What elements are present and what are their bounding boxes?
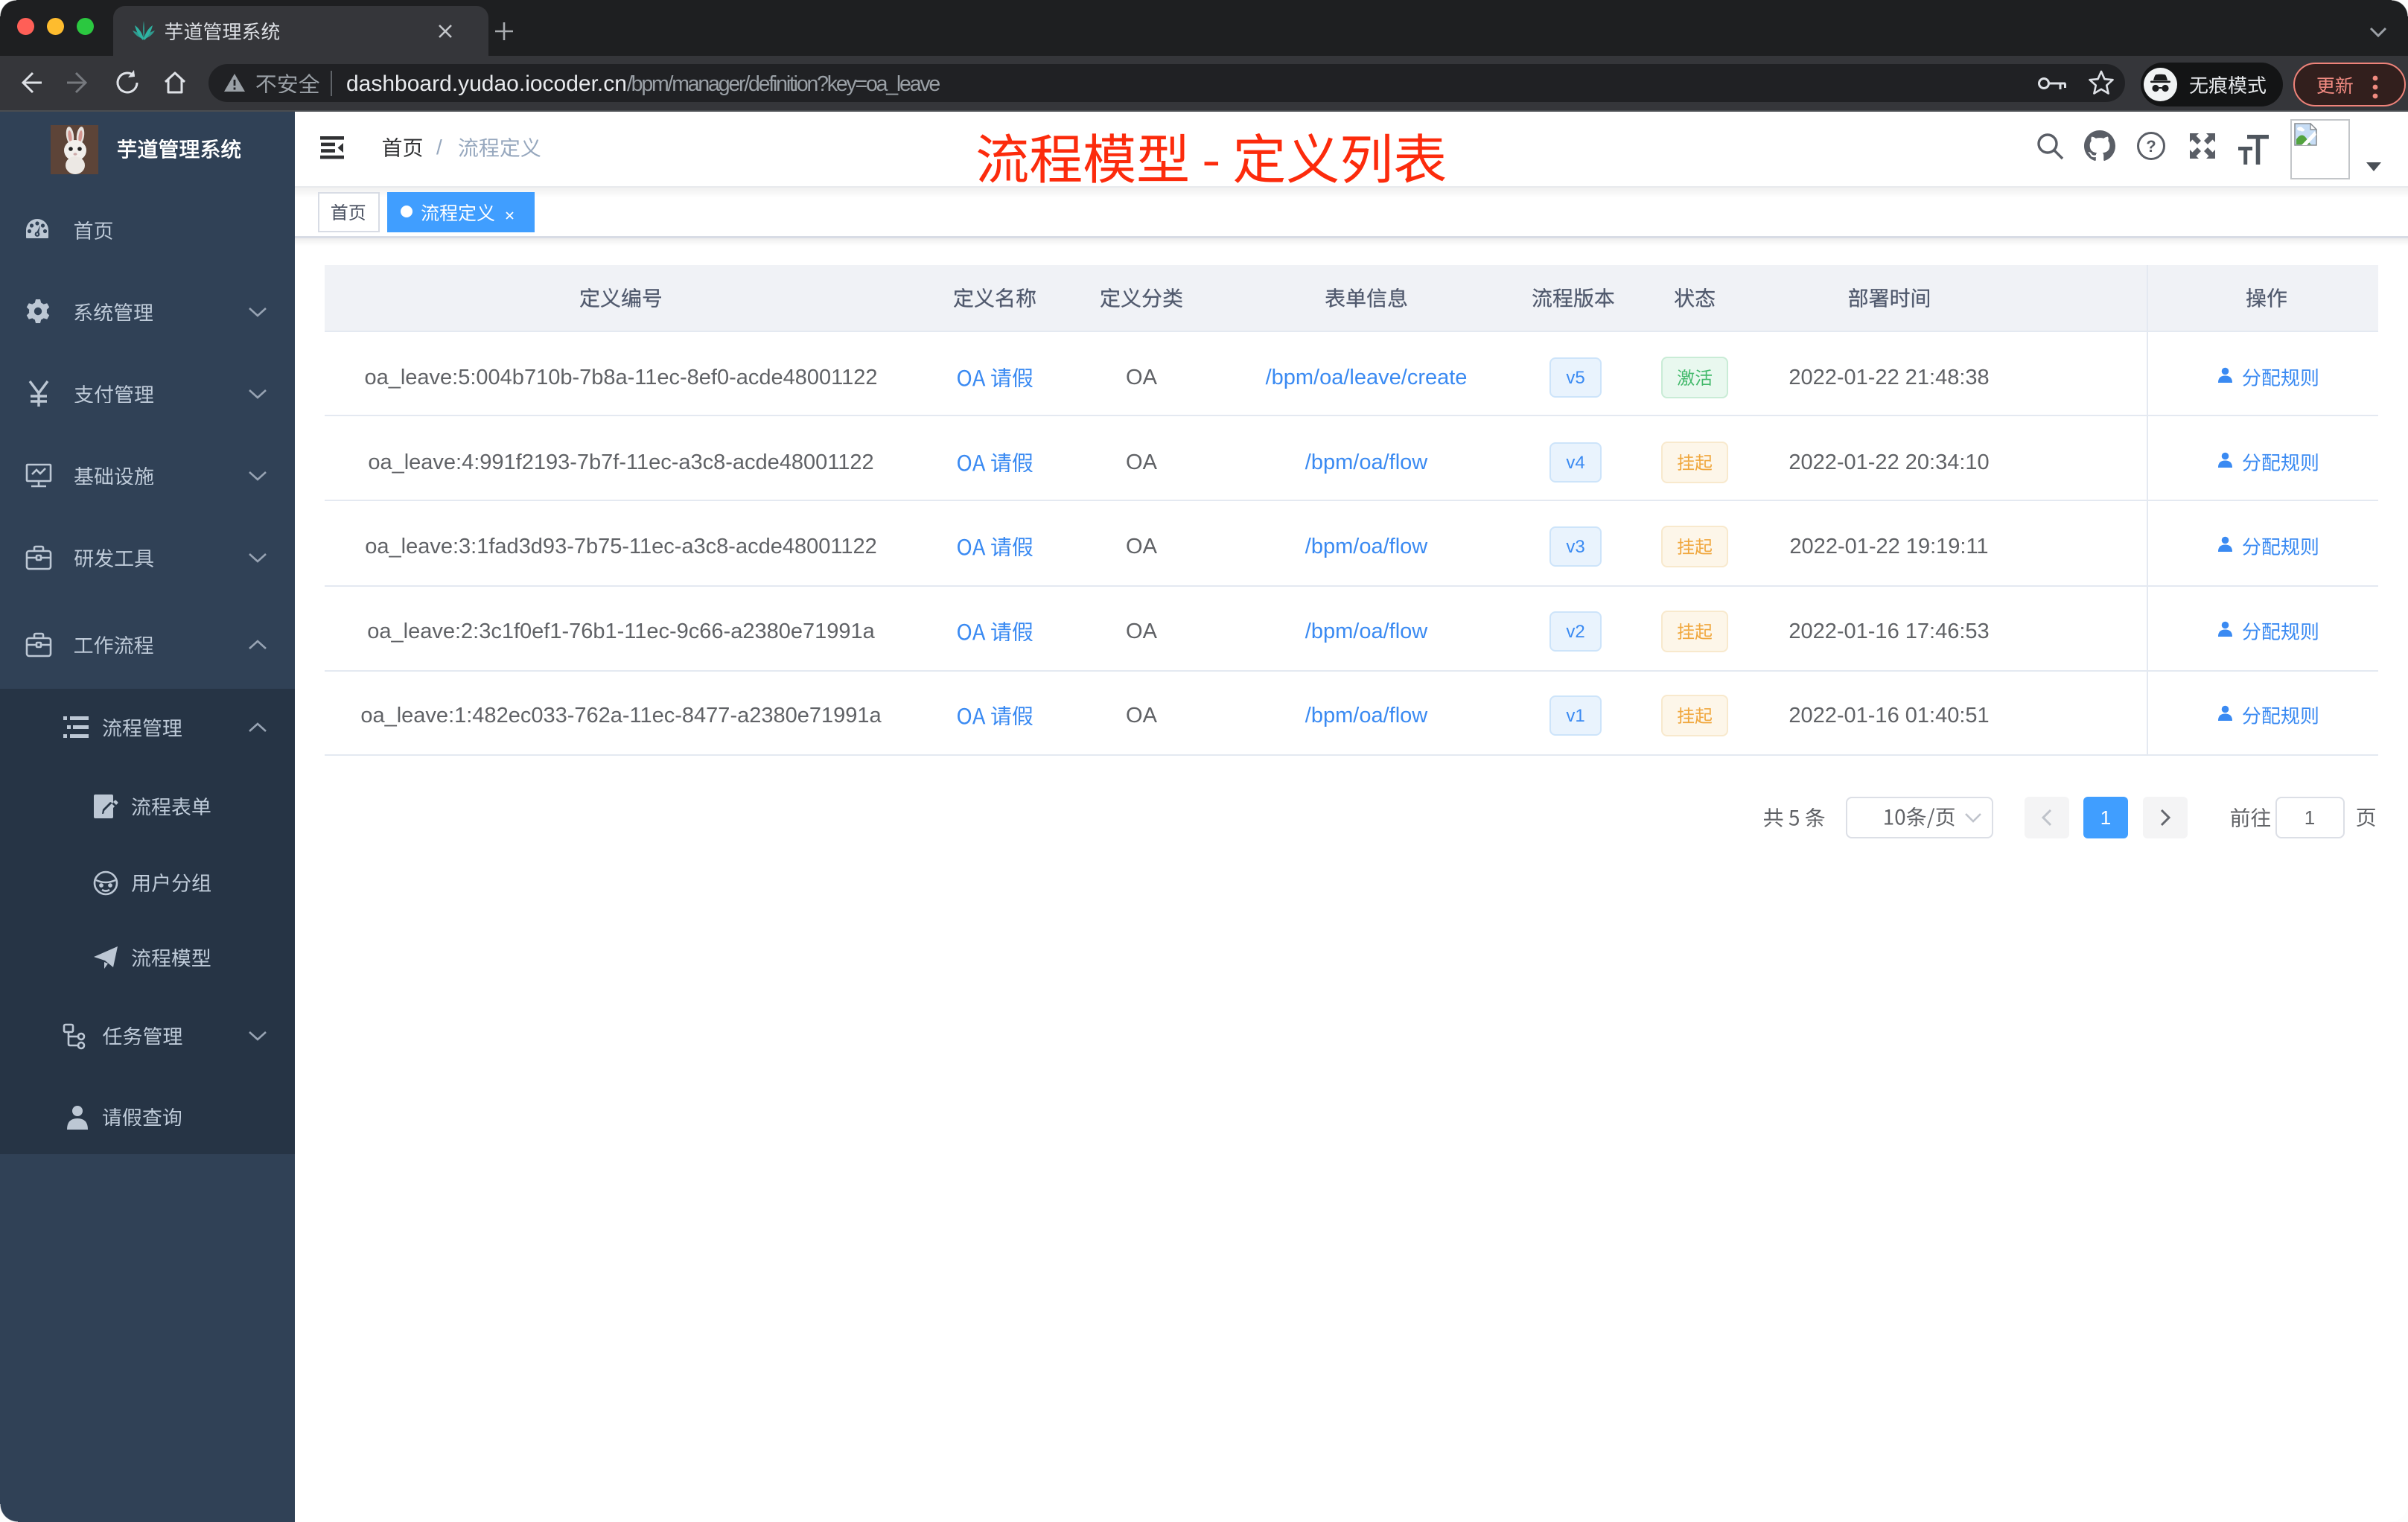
svg-text:?: ?: [2146, 137, 2156, 156]
